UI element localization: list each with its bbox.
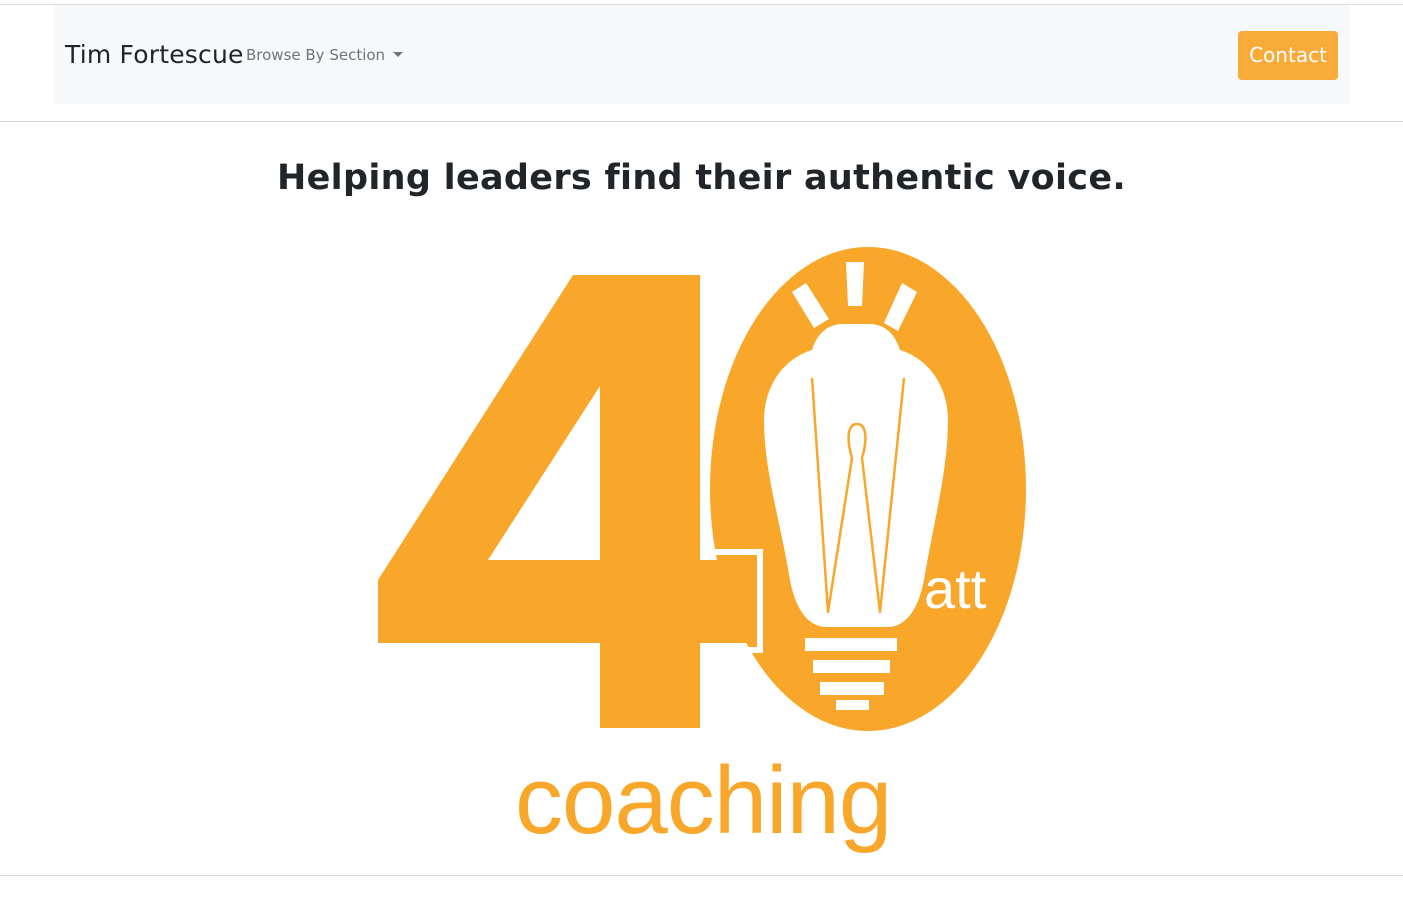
logo-bulb-glass: [764, 324, 948, 627]
page: Tim Fortescue Browse By Section Contact …: [0, 0, 1403, 908]
page-headline: Helping leaders find their authentic voi…: [277, 158, 1126, 198]
logo-bulb-base-2: [813, 660, 890, 673]
logo-coaching-text: coaching: [515, 747, 891, 854]
logo-bulb-base-4: [836, 700, 869, 710]
logo-four: [378, 275, 753, 728]
browse-by-section-dropdown[interactable]: Browse By Section: [246, 45, 404, 65]
browse-by-section-label: Browse By Section: [246, 46, 386, 64]
navbar: Tim Fortescue Browse By Section Contact: [54, 5, 1350, 104]
logo-watt-suffix: att: [924, 557, 987, 620]
forty-watt-coaching-logo: 40 att coaching: [378, 247, 1026, 854]
chevron-down-icon: [393, 52, 404, 57]
header-divider: [0, 121, 1403, 122]
footer-divider: [0, 875, 1403, 876]
logo-bulb-base-3: [820, 682, 884, 695]
logo-ray-center: [846, 262, 864, 306]
logo-bulb-base-1: [805, 638, 897, 651]
brand-link[interactable]: Tim Fortescue: [65, 39, 244, 71]
contact-button[interactable]: Contact: [1238, 31, 1338, 80]
